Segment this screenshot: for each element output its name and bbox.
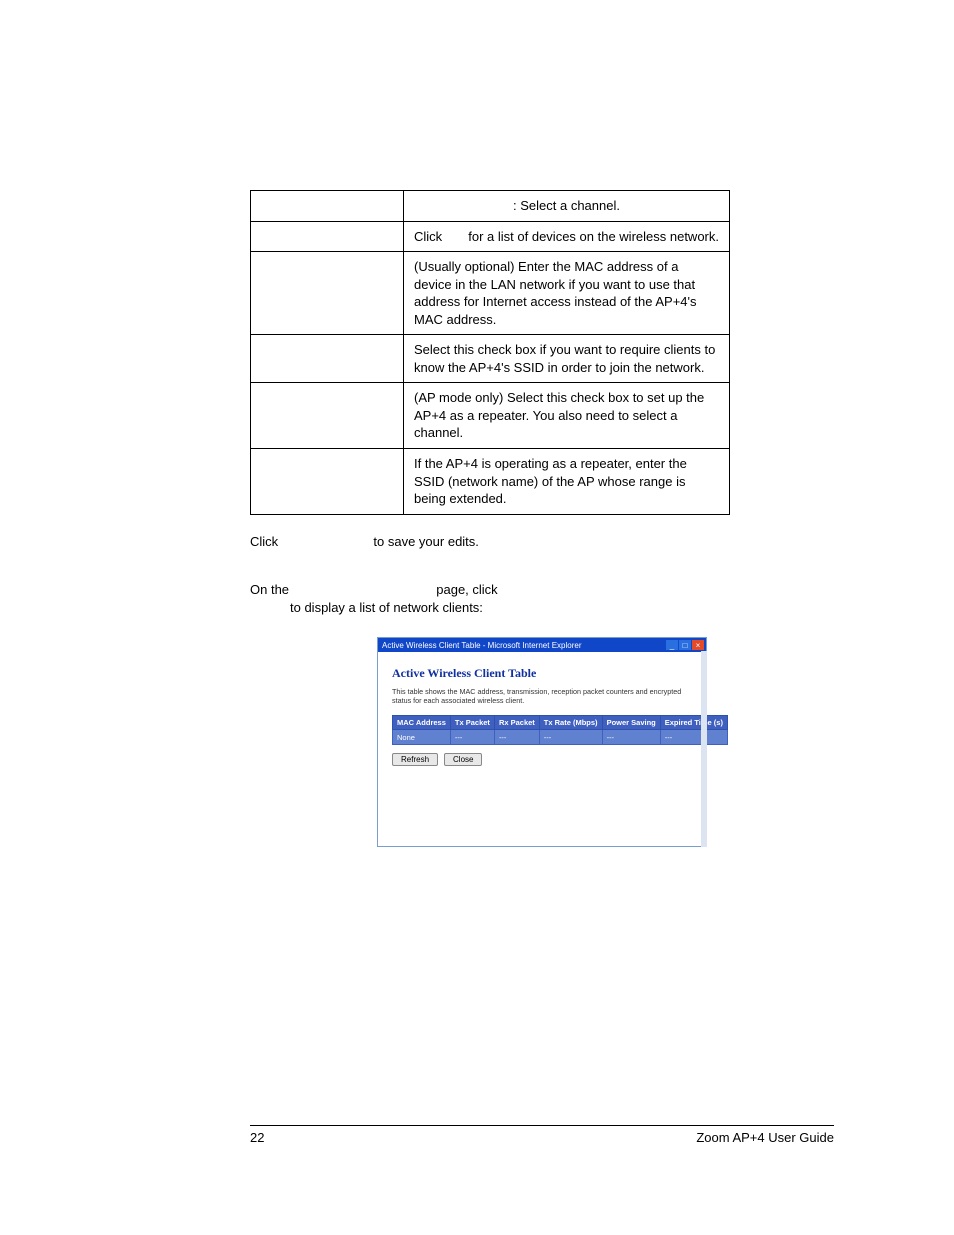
page-number: 22 (250, 1130, 264, 1145)
screenshot-heading: Active Wireless Client Table (392, 666, 692, 681)
screenshot: Active Wireless Client Table - Microsoft… (377, 637, 707, 847)
page-footer: 22 Zoom AP+4 User Guide (250, 1125, 834, 1145)
save-b: to save your edits. (373, 534, 479, 549)
table-row: None --- --- --- --- --- (393, 730, 728, 745)
cell-3-label (251, 335, 404, 383)
close-button[interactable]: Close (444, 753, 482, 766)
onthe-a: On the (250, 582, 293, 597)
col-rx: Rx Packet (494, 716, 539, 730)
col-exp: Expired Time (s) (660, 716, 727, 730)
col-rate: Tx Rate (Mbps) (539, 716, 602, 730)
onthe-c: to display a list of network clients: (290, 600, 483, 615)
cell-1b: for a list of devices on the wireless ne… (468, 228, 719, 246)
cell-1a: Click (414, 228, 442, 246)
minimize-icon[interactable]: _ (666, 640, 678, 650)
scrollbar[interactable] (701, 651, 707, 847)
cell-dash3: --- (539, 730, 602, 745)
cell-1-label (251, 221, 404, 252)
cell-dash4: --- (602, 730, 660, 745)
cell-dash5: --- (660, 730, 727, 745)
client-heading: On the page, click to display a list of … (250, 581, 730, 617)
close-icon[interactable]: × (692, 640, 704, 650)
cell-0-desc: : Select a channel. (404, 191, 730, 222)
cell-1-desc: Click for a list of devices on the wirel… (404, 221, 730, 252)
settings-table: : Select a channel. Click for a list of … (250, 190, 730, 515)
save-note: Click to save your edits. (250, 533, 730, 551)
cell-dash2: --- (494, 730, 539, 745)
maximize-icon[interactable]: □ (679, 640, 691, 650)
screenshot-desc: This table shows the MAC address, transm… (392, 687, 692, 705)
window-titlebar: Active Wireless Client Table - Microsoft… (378, 638, 706, 652)
client-table: MAC Address Tx Packet Rx Packet Tx Rate … (392, 715, 728, 745)
doc-title: Zoom AP+4 User Guide (696, 1130, 834, 1145)
titlebar-text: Active Wireless Client Table - Microsoft… (382, 641, 581, 650)
cell-5-desc: If the AP+4 is operating as a repeater, … (404, 449, 730, 515)
cell-dash1: --- (450, 730, 494, 745)
cell-5-label (251, 449, 404, 515)
cell-2-desc: (Usually optional) Enter the MAC address… (404, 252, 730, 335)
cell-0-label (251, 191, 404, 222)
col-tx: Tx Packet (450, 716, 494, 730)
cell-2-label (251, 252, 404, 335)
onthe-b: page, click (436, 582, 497, 597)
cell-none: None (393, 730, 451, 745)
cell-4-label (251, 383, 404, 449)
save-a: Click (250, 534, 282, 549)
cell-3-desc: Select this check box if you want to req… (404, 335, 730, 383)
col-power: Power Saving (602, 716, 660, 730)
col-mac: MAC Address (393, 716, 451, 730)
cell-0-text: : Select a channel. (513, 198, 620, 213)
refresh-button[interactable]: Refresh (392, 753, 438, 766)
cell-4-desc: (AP mode only) Select this check box to … (404, 383, 730, 449)
